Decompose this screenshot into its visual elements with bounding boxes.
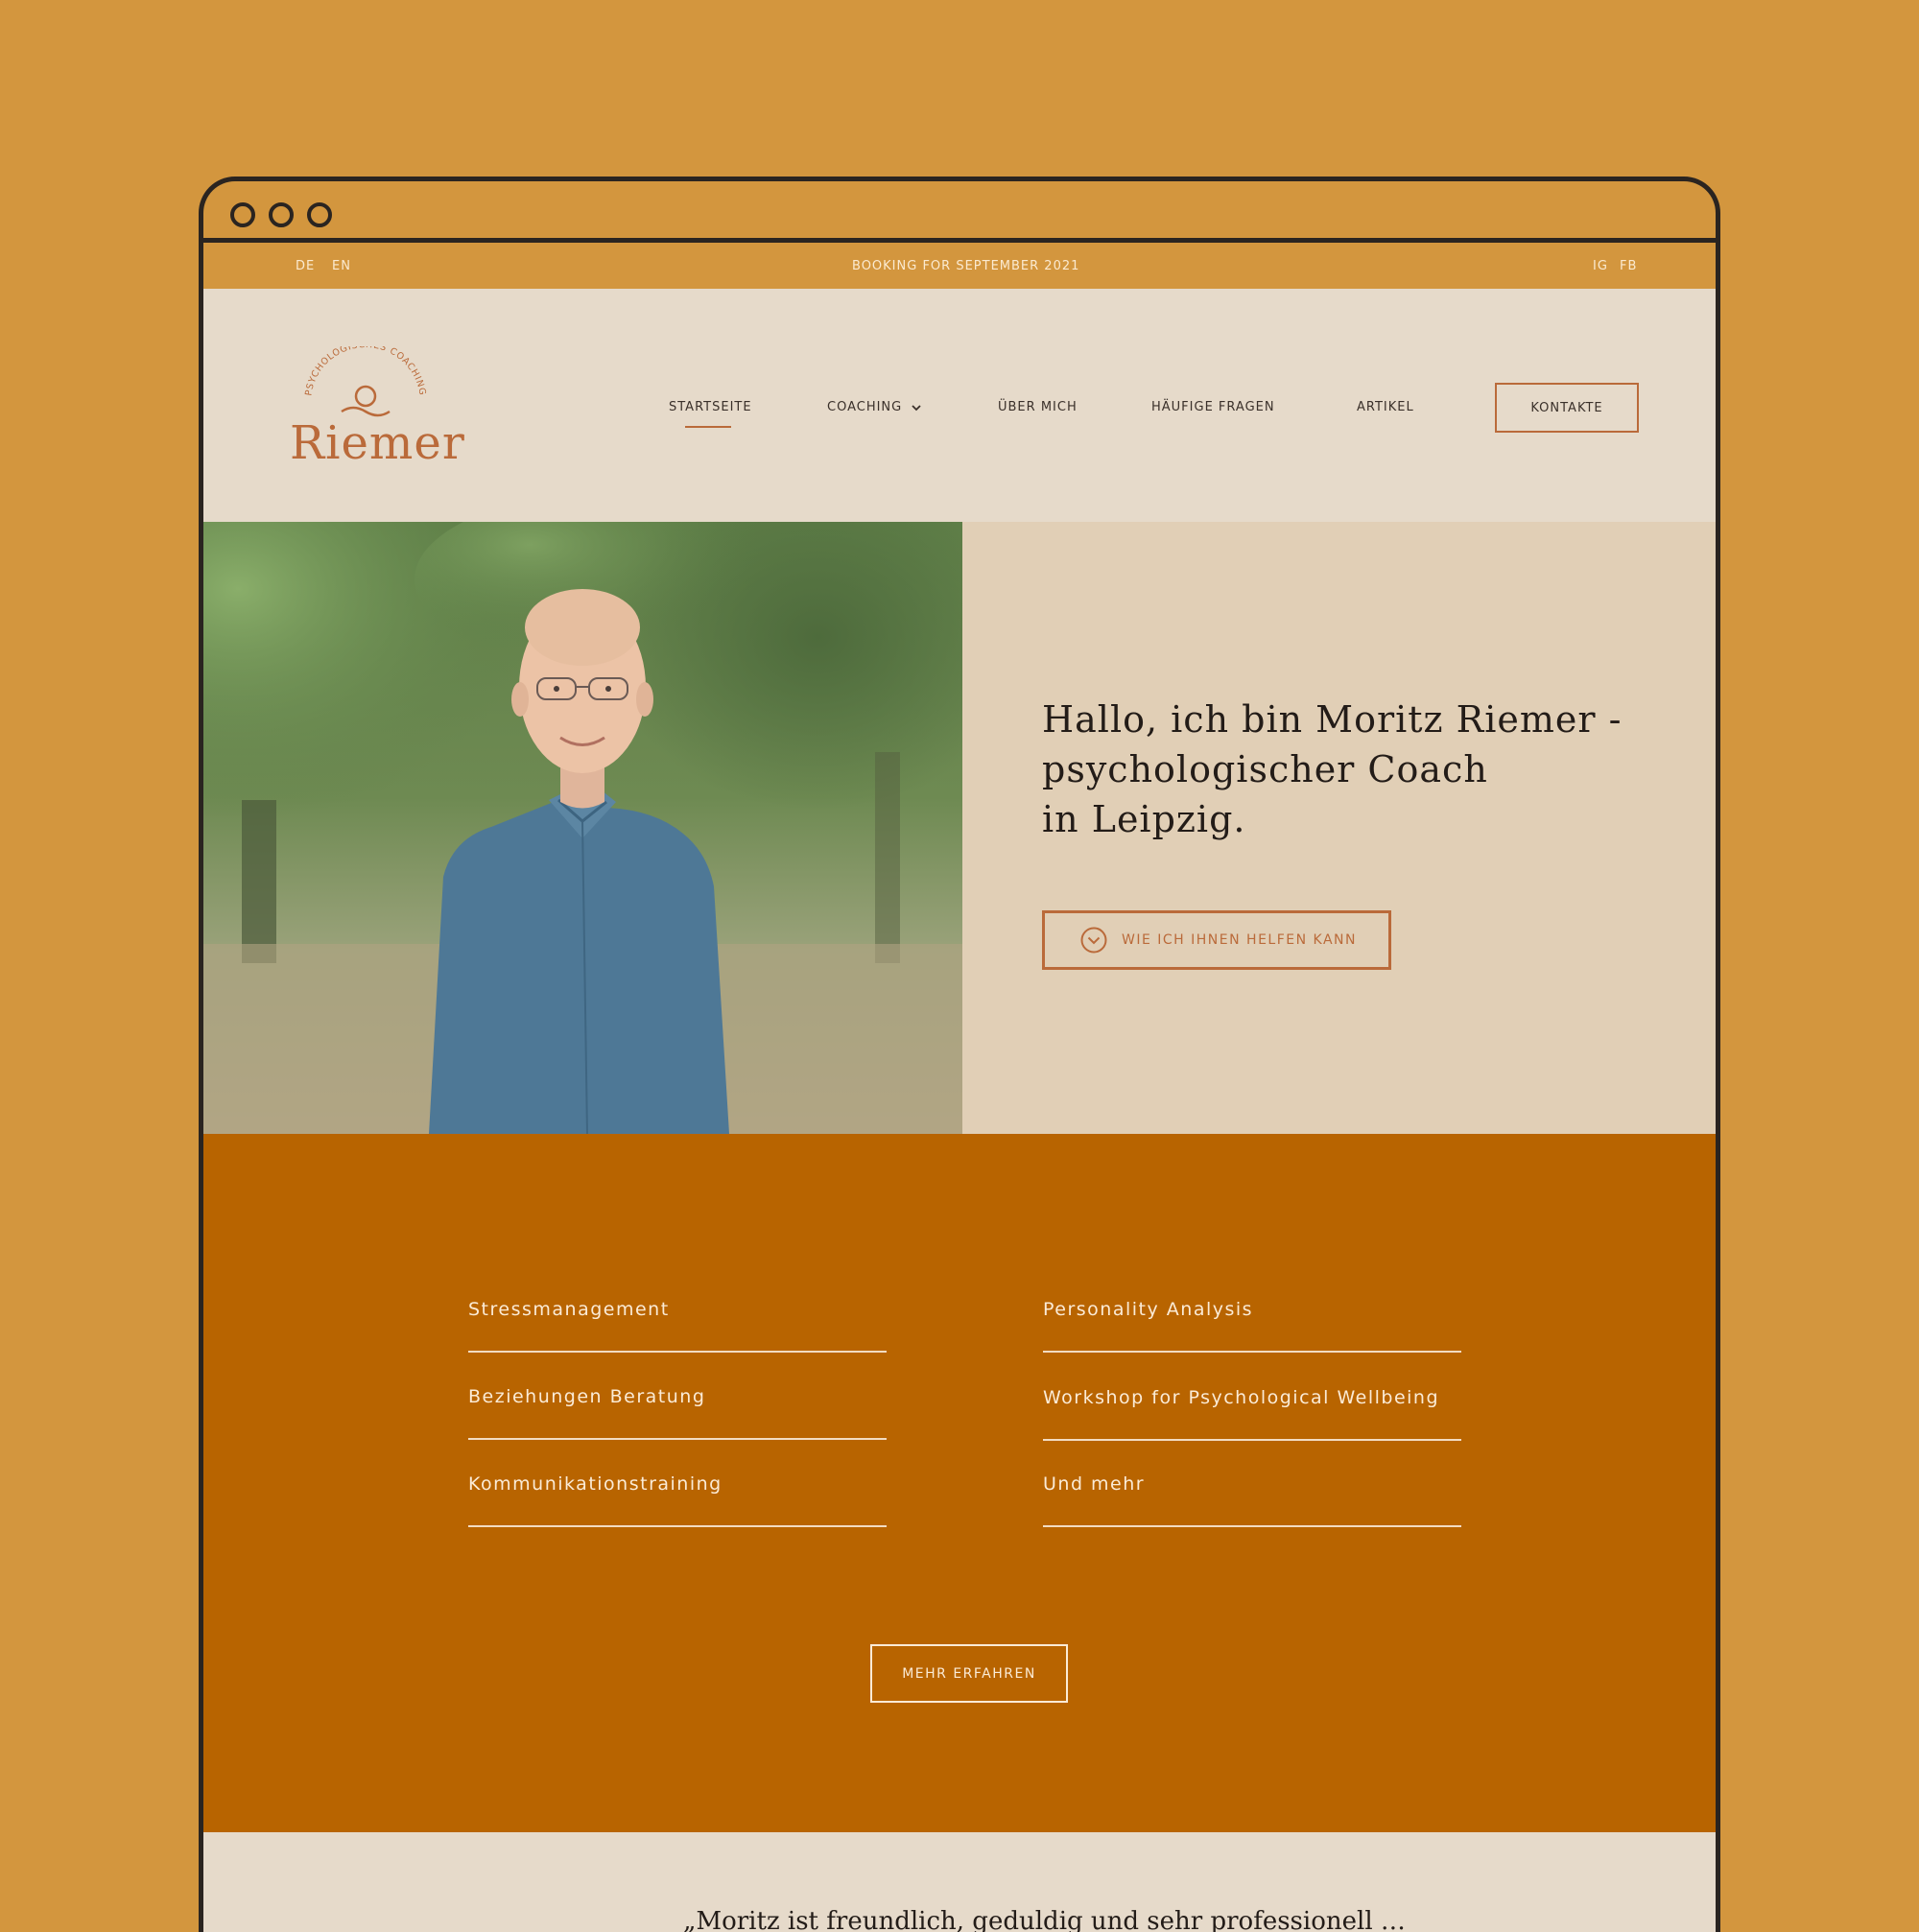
window-dot-icon[interactable] [269,202,294,227]
nav-item-startseite[interactable]: STARTSEITE [669,400,752,414]
portrait-photo [203,522,962,1134]
testimonial-quote: „Moritz ist freundlich, geduldig und seh… [683,1907,1406,1932]
kontakte-button[interactable]: KONTAKTE [1495,383,1639,433]
services-section: Stressmanagement Beziehungen Beratung Ko… [203,1134,1716,1832]
service-item-stressmanagement[interactable]: Stressmanagement [468,1266,887,1353]
window-dot-icon[interactable] [230,202,255,227]
hero-heading: Hallo, ich bin Moritz Riemer - psycholog… [1042,695,1656,844]
chevron-circle-down-icon [1080,927,1107,954]
service-item-beziehungen[interactable]: Beziehungen Beratung [468,1354,887,1440]
hero-heading-line: Hallo, ich bin Moritz Riemer - [1042,698,1623,741]
service-item-workshop[interactable]: Workshop for Psychological Wellbeing [1043,1355,1461,1441]
lang-en-link[interactable]: EN [332,259,351,273]
active-nav-indicator [685,426,731,428]
facebook-link[interactable]: FB [1620,259,1637,273]
nav-item-artikel[interactable]: ARTIKEL [1357,400,1414,414]
svg-text:PSYCHOLOGISCHES COACHING: PSYCHOLOGISCHES COACHING [303,346,427,396]
nav-item-ueber-mich[interactable]: ÜBER MICH [998,400,1078,414]
nav-item-haeufige-fragen[interactable]: HÄUFIGE FRAGEN [1151,400,1275,414]
browser-chrome [203,181,1716,243]
lang-de-link[interactable]: DE [296,259,315,273]
service-item-kommunikation[interactable]: Kommunikationstraining [468,1441,887,1527]
logo-wordmark[interactable]: Riemer [290,416,465,470]
nav-item-label: COACHING [827,400,903,414]
window-dot-icon[interactable] [307,202,332,227]
browser-window: DE EN BOOKING FOR SEPTEMBER 2021 IG FB P… [199,177,1720,1932]
how-i-can-help-button[interactable]: WIE ICH IHNEN HELFEN KANN [1042,910,1391,970]
how-i-can-help-label: WIE ICH IHNEN HELFEN KANN [1122,932,1357,948]
testimonial-section: „Moritz ist freundlich, geduldig und seh… [203,1832,1716,1932]
service-item-personality[interactable]: Personality Analysis [1043,1266,1461,1353]
hero-heading-line: in Leipzig. [1042,798,1246,840]
hero-intro-panel: Hallo, ich bin Moritz Riemer - psycholog… [962,522,1716,1134]
service-item-und-mehr[interactable]: Und mehr [1043,1441,1461,1527]
site-header: PSYCHOLOGISCHES COACHING Riemer STARTSEI… [203,289,1716,522]
mehr-erfahren-button[interactable]: MEHR ERFAHREN [870,1644,1068,1703]
hero-section: Hallo, ich bin Moritz Riemer - psycholog… [203,522,1716,1134]
hero-heading-line: psychologischer Coach [1042,748,1488,790]
instagram-link[interactable]: IG [1593,259,1608,273]
chevron-down-icon [912,404,922,411]
top-bar: DE EN BOOKING FOR SEPTEMBER 2021 IG FB [203,243,1716,289]
logo-emblem-icon[interactable]: PSYCHOLOGISCHES COACHING [294,346,438,423]
booking-announcement: BOOKING FOR SEPTEMBER 2021 [852,259,1080,273]
nav-item-coaching[interactable]: COACHING [827,400,922,414]
